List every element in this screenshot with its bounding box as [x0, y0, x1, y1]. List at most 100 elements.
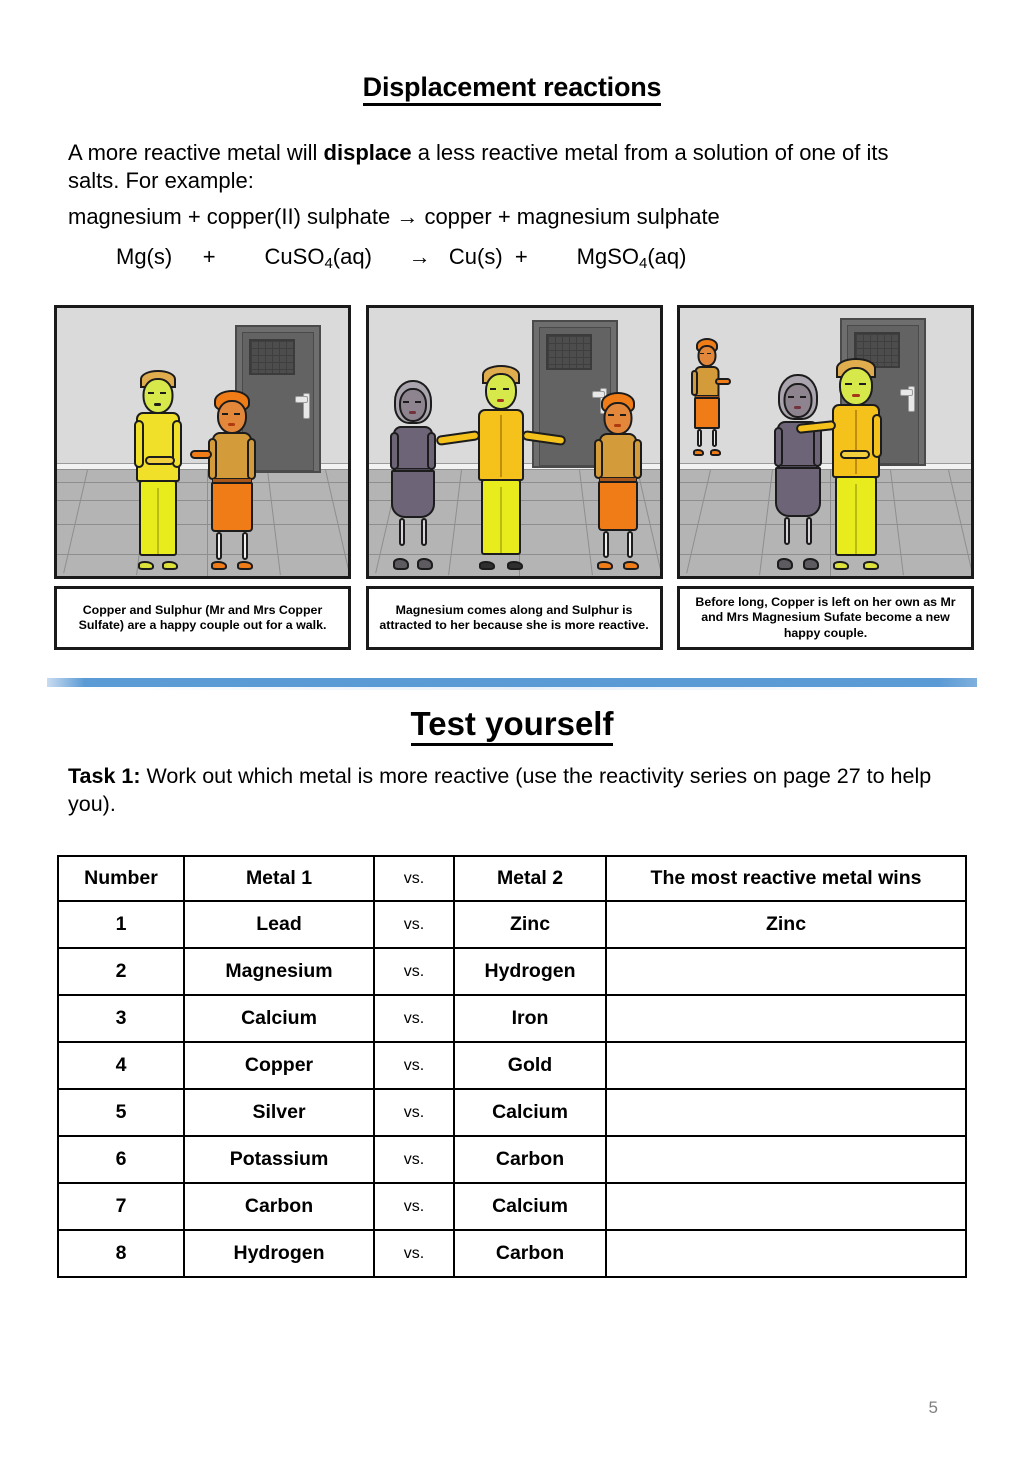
cell-metal1: Lead: [183, 900, 375, 949]
cell-metal2: Iron: [453, 994, 607, 1043]
page-title-text: Displacement reactions: [362, 72, 662, 106]
shoe-icon: [863, 561, 879, 570]
cell-number: 5: [57, 1088, 185, 1137]
reactivity-comparison-table: Number Metal 1 vs. Metal 2 The most reac…: [57, 855, 967, 1278]
cell-winner-answer[interactable]: [605, 947, 967, 996]
shoe-icon: [622, 561, 639, 570]
door-handle-icon: [900, 386, 915, 412]
section-divider: [47, 678, 977, 690]
cell-winner-answer[interactable]: [605, 1041, 967, 1090]
cell-number: 4: [57, 1041, 185, 1090]
character-copper-orange: [190, 390, 257, 570]
section-title-text: Test yourself: [410, 705, 614, 746]
cell-winner-answer[interactable]: [605, 1135, 967, 1184]
door-handle-icon: [295, 393, 310, 419]
shoe-icon: [478, 561, 495, 570]
wall-background: [680, 308, 971, 464]
intro-bold-word: displace: [323, 140, 412, 165]
cell-metal2: Carbon: [453, 1229, 607, 1278]
shoe-icon: [392, 558, 409, 570]
character-magnesium-grey: [389, 380, 437, 570]
floor-tiles: [680, 470, 971, 576]
cell-winner-answer[interactable]: [605, 1182, 967, 1231]
table-row: 5 Silver vs. Calcium: [57, 1088, 967, 1137]
door-window-icon: [545, 334, 592, 370]
cell-number: 3: [57, 994, 185, 1043]
page-title: Displacement reactions: [0, 72, 1024, 106]
cell-metal2: Carbon: [453, 1135, 607, 1184]
comic-panel-3-art: [677, 305, 974, 579]
comic-panel-2-art: [365, 305, 663, 579]
cell-number: 2: [57, 947, 185, 996]
comic-panel-1: Copper and Sulphur (Mr and Mrs Copper Su…: [54, 305, 351, 660]
cell-number: 8: [57, 1229, 185, 1278]
cell-vs: vs.: [373, 1135, 455, 1184]
cell-metal1: Copper: [183, 1041, 375, 1090]
cell-winner-answer[interactable]: [605, 1229, 967, 1278]
character-sulphur-yellow: [132, 370, 184, 570]
cell-number: 1: [57, 900, 185, 949]
cell-metal2: Gold: [453, 1041, 607, 1090]
cell-vs: vs.: [373, 1041, 455, 1090]
page-number: 5: [928, 1398, 938, 1417]
comic-panel-2: Magnesium comes along and Sulphur is att…: [365, 305, 663, 660]
intro-text-before: A more reactive metal will: [68, 140, 324, 165]
shoe-icon: [833, 561, 849, 570]
column-header-number: Number: [57, 855, 185, 902]
comic-strip: Copper and Sulphur (Mr and Mrs Copper Su…: [54, 305, 974, 660]
column-header-winner: The most reactive metal wins: [605, 855, 967, 902]
shoe-icon: [237, 561, 253, 570]
table-body: 1 Lead vs. Zinc Zinc 2 Magnesium vs. Hyd…: [57, 900, 967, 1278]
cell-number: 7: [57, 1182, 185, 1231]
cell-vs: vs.: [373, 1229, 455, 1278]
shoe-icon: [416, 558, 433, 570]
floor-tiles: [57, 470, 348, 576]
task-label: Task 1:: [68, 764, 141, 788]
cell-metal1: Carbon: [183, 1182, 375, 1231]
table-row: 6 Potassium vs. Carbon: [57, 1135, 967, 1184]
shoe-icon: [162, 561, 178, 570]
cell-winner-answer[interactable]: [605, 1088, 967, 1137]
cell-metal1: Magnesium: [183, 947, 375, 996]
symbol-equation-part1: Mg(s) + CuSO: [116, 244, 325, 269]
cell-metal2: Zinc: [453, 900, 607, 949]
table-row: 4 Copper vs. Gold: [57, 1041, 967, 1090]
symbol-equation-part3: (aq): [647, 244, 687, 269]
character-copper-orange: [593, 392, 642, 570]
column-header-metal1: Metal 1: [183, 855, 375, 902]
symbol-equation-sub1: 4: [324, 255, 333, 273]
table-row: 8 Hydrogen vs. Carbon: [57, 1229, 967, 1278]
cell-metal1: Calcium: [183, 994, 375, 1043]
shoe-icon: [710, 449, 721, 456]
shoe-icon: [803, 558, 819, 570]
section-title: Test yourself: [0, 705, 1024, 746]
cell-vs: vs.: [373, 900, 455, 949]
shoe-icon: [596, 561, 613, 570]
skirting-board: [680, 463, 971, 471]
intro-paragraph: A more reactive metal will displace a le…: [68, 139, 906, 195]
cell-vs: vs.: [373, 1088, 455, 1137]
symbol-equation: Mg(s) + CuSO4(aq) → Cu(s) + MgSO4(aq): [116, 244, 976, 272]
cell-vs: vs.: [373, 947, 455, 996]
cell-metal1: Potassium: [183, 1135, 375, 1184]
cell-winner-answer[interactable]: [605, 994, 967, 1043]
table-row: 1 Lead vs. Zinc Zinc: [57, 900, 967, 949]
character-copper-orange-background: [691, 338, 731, 456]
table-row: 3 Calcium vs. Iron: [57, 994, 967, 1043]
comic-panel-1-art: [54, 305, 351, 579]
cell-winner-answer[interactable]: Zinc: [605, 900, 967, 949]
shoe-icon: [211, 561, 227, 570]
door-window-icon: [249, 339, 295, 375]
table-row: 7 Carbon vs. Calcium: [57, 1182, 967, 1231]
cell-metal2: Calcium: [453, 1182, 607, 1231]
character-sulphur-yellow: [795, 358, 884, 570]
comic-panel-3-caption: Before long, Copper is left on her own a…: [677, 586, 974, 650]
table-row: 2 Magnesium vs. Hydrogen: [57, 947, 967, 996]
shoe-icon: [693, 449, 704, 456]
word-equation: magnesium + copper(II) sulphate → copper…: [68, 204, 720, 229]
table-header-row: Number Metal 1 vs. Metal 2 The most reac…: [57, 855, 967, 902]
cell-metal1: Silver: [183, 1088, 375, 1137]
cell-metal2: Hydrogen: [453, 947, 607, 996]
cell-metal2: Calcium: [453, 1088, 607, 1137]
comic-panel-3: Before long, Copper is left on her own a…: [677, 305, 974, 660]
